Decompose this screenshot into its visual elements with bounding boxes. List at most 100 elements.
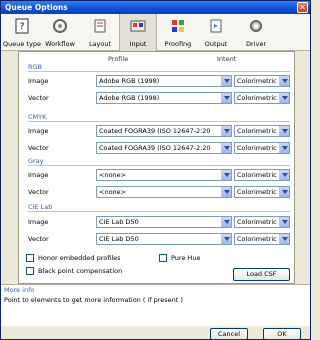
select-value: Colorimetric — [237, 188, 277, 196]
load-csf-button[interactable]: Load CSF — [233, 268, 290, 281]
gray-image-profile-select[interactable]: <none> — [96, 169, 232, 181]
more-info-text: Point to elements to get more informatio… — [4, 296, 183, 304]
select-value: Colorimetric — [237, 94, 277, 102]
chevron-down-icon — [279, 126, 289, 136]
cielab-vector-intent-select[interactable]: Colorimetric — [234, 233, 290, 245]
gray-vector-intent-select[interactable]: Colorimetric — [234, 186, 290, 198]
rgb-vector-intent-select[interactable]: Colorimetric — [234, 92, 290, 104]
tab-label: Proofing — [164, 40, 192, 48]
black-point-checkbox[interactable] — [26, 267, 34, 275]
section-divider — [28, 211, 290, 212]
select-value: Colorimetric — [237, 127, 277, 135]
tab-queue-type[interactable]: ? Queue type — [3, 14, 41, 51]
proofing-icon — [172, 20, 184, 32]
rgb-image-profile-select[interactable]: Adobe RGB (1998) — [96, 75, 232, 87]
cmyk-vector-profile-select[interactable]: Coated FOGRA39 (ISO 12647-2:20 — [96, 142, 232, 154]
honor-embedded-checkbox[interactable] — [26, 254, 34, 262]
chevron-down-icon — [279, 143, 289, 153]
rgb-section-title: RGB — [28, 63, 43, 71]
cmyk-vector-label: Vector — [28, 144, 49, 152]
gray-section-title: Gray — [28, 157, 44, 165]
chevron-down-icon — [221, 187, 231, 197]
select-value: Coated FOGRA39 (ISO 12647-2:20 — [99, 144, 211, 152]
select-value: CIE Lab D50 — [99, 235, 139, 243]
gray-vector-label: Vector — [28, 188, 49, 196]
pure-hue-checkbox[interactable] — [159, 254, 167, 262]
tab-label: Output — [204, 40, 228, 48]
tab-input[interactable]: Input — [119, 14, 157, 51]
select-value: Adobe RGB (1998) — [99, 94, 160, 102]
cmyk-image-profile-select[interactable]: Coated FOGRA39 (ISO 12647-2:20 — [96, 125, 232, 137]
cmyk-image-intent-select[interactable]: Colorimetric — [234, 125, 290, 137]
chevron-down-icon — [221, 143, 231, 153]
section-divider — [28, 71, 290, 72]
tab-label: Workflow — [45, 40, 75, 48]
cielab-image-intent-select[interactable]: Colorimetric — [234, 216, 290, 228]
input-icon — [130, 20, 146, 32]
cmyk-vector-intent-select[interactable]: Colorimetric — [234, 142, 290, 154]
tab-layout[interactable]: Layout — [81, 14, 119, 51]
svg-text:?: ? — [20, 22, 25, 32]
chevron-down-icon — [279, 234, 289, 244]
chevron-down-icon — [221, 93, 231, 103]
gray-vector-profile-select[interactable]: <none> — [96, 186, 232, 198]
rgb-vector-profile-select[interactable]: Adobe RGB (1998) — [96, 92, 232, 104]
window-title: Queue Options — [5, 3, 68, 12]
select-value: <none> — [99, 188, 127, 196]
pure-hue-label: Pure Hue — [171, 254, 201, 262]
tab-output[interactable]: Output — [197, 14, 235, 51]
title-bar: Queue Options ✕ — [1, 1, 310, 14]
tab-label: Queue type — [3, 40, 41, 48]
select-value: Coated FOGRA39 (ISO 12647-2:20 — [99, 127, 211, 135]
tab-label: Layout — [88, 40, 112, 48]
section-divider — [28, 165, 290, 166]
ok-button[interactable]: OK — [263, 328, 301, 340]
more-info-panel: More info Point to elements to get more … — [1, 284, 310, 326]
honor-embedded-label: Honor embedded profiles — [38, 254, 121, 262]
cielab-section-title: CIE Lab — [28, 203, 53, 211]
chevron-down-icon — [221, 126, 231, 136]
chevron-down-icon — [279, 187, 289, 197]
cielab-vector-profile-select[interactable]: CIE Lab D50 — [96, 233, 232, 245]
cmyk-section-title: CMYK — [28, 113, 47, 121]
cielab-image-profile-select[interactable]: CIE Lab D50 — [96, 216, 232, 228]
tab-driver[interactable]: Driver — [237, 14, 275, 51]
cancel-button[interactable]: Cancel — [210, 328, 248, 340]
more-info-title: More info — [4, 286, 35, 294]
chevron-down-icon — [221, 217, 231, 227]
output-icon — [210, 19, 222, 33]
input-settings-panel: Profile Intent RGB Image Adobe RGB (1998… — [18, 51, 295, 284]
chevron-down-icon — [279, 170, 289, 180]
section-divider — [28, 121, 290, 122]
intent-column-header: Intent — [217, 55, 237, 63]
workflow-icon — [53, 19, 67, 33]
rgb-vector-label: Vector — [28, 94, 49, 102]
gray-image-intent-select[interactable]: Colorimetric — [234, 169, 290, 181]
select-value: Adobe RGB (1998) — [99, 77, 160, 85]
cielab-image-label: Image — [28, 218, 49, 226]
queue-type-icon: ? — [15, 18, 29, 34]
rgb-image-intent-select[interactable]: Colorimetric — [234, 75, 290, 87]
black-point-label: Black point compensation — [38, 267, 123, 275]
chevron-down-icon — [221, 170, 231, 180]
chevron-down-icon — [221, 76, 231, 86]
select-value: Colorimetric — [237, 144, 277, 152]
layout-icon — [94, 19, 106, 33]
profile-column-header: Profile — [108, 55, 129, 63]
tab-proofing[interactable]: Proofing — [159, 14, 197, 51]
cielab-vector-label: Vector — [28, 235, 49, 243]
select-value: Colorimetric — [237, 171, 277, 179]
tab-label: Input — [129, 40, 147, 48]
options-toolbar: ? Queue type Workflow Layout Input Proof… — [1, 14, 310, 51]
chevron-down-icon — [279, 76, 289, 86]
chevron-down-icon — [221, 234, 231, 244]
driver-icon — [250, 20, 262, 32]
chevron-down-icon — [279, 217, 289, 227]
chevron-down-icon — [279, 93, 289, 103]
rgb-image-label: Image — [28, 77, 49, 85]
close-button[interactable]: ✕ — [297, 2, 308, 13]
tab-label: Driver — [245, 40, 266, 48]
tab-workflow[interactable]: Workflow — [41, 14, 79, 51]
gray-image-label: Image — [28, 171, 49, 179]
cmyk-image-label: Image — [28, 127, 49, 135]
